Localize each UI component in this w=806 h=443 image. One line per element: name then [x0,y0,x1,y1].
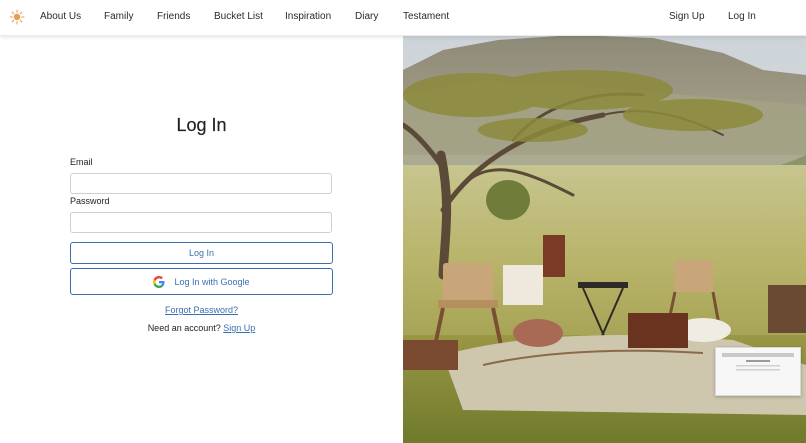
password-label: Password [70,196,110,206]
nav-sign-up-link[interactable]: Sign Up [669,11,705,22]
google-icon [153,275,165,288]
screenshot-thumbnail[interactable] [715,347,801,396]
forgot-password-row: Forgot Password? [0,305,403,315]
password-field[interactable] [70,212,332,233]
email-field[interactable] [70,173,332,194]
nav-log-in-link[interactable]: Log In [728,11,756,22]
sign-up-prompt: Need an account? Sign Up [0,323,403,333]
nav-link-family[interactable]: Family [104,11,133,22]
thumbnail-preview-icon [722,353,794,371]
nav-link-inspiration[interactable]: Inspiration [285,11,331,22]
sun-icon[interactable] [9,9,25,25]
sign-up-link[interactable]: Sign Up [223,323,255,333]
page-title: Log In [176,115,227,135]
log-in-button[interactable]: Log In [70,242,333,264]
nav-link-testament[interactable]: Testament [403,11,449,22]
login-panel: Log In Email Password Log In Log In with… [0,35,403,443]
nav-link-bucket-list[interactable]: Bucket List [214,11,263,22]
need-account-text: Need an account? [147,323,221,333]
nav-link-diary[interactable]: Diary [355,11,378,22]
forgot-password-link[interactable]: Forgot Password? [165,305,238,315]
google-login-label: Log In with Google [174,276,250,287]
nav-link-friends[interactable]: Friends [157,11,190,22]
google-login-button[interactable]: Log In with Google [70,268,333,295]
log-in-button-label: Log In [188,248,215,258]
email-label: Email [70,157,93,167]
top-navbar: About Us Family Friends Bucket List Insp… [0,0,806,36]
nav-link-about-us[interactable]: About Us [40,11,81,22]
